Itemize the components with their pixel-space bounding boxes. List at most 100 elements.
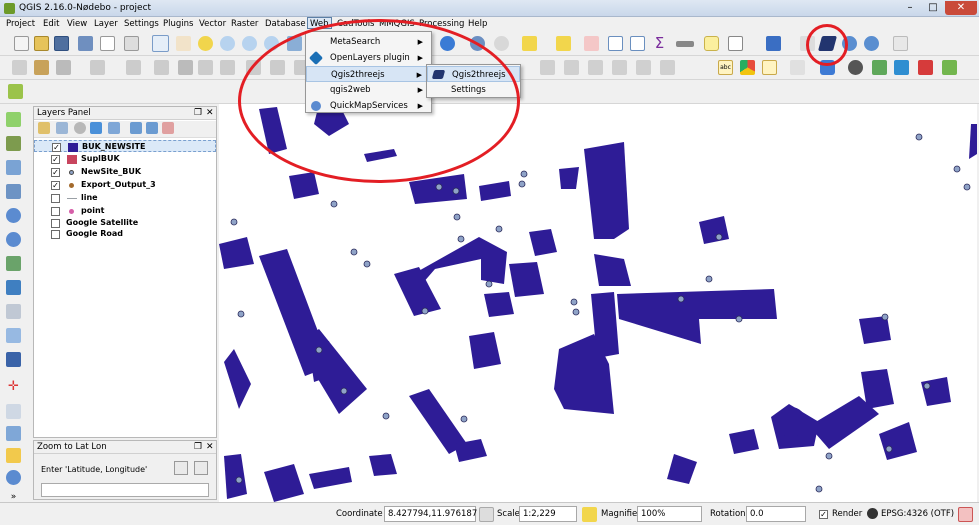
menu-project[interactable]: Project	[6, 18, 35, 30]
move-feature-icon[interactable]	[126, 60, 141, 75]
plugin-b-icon[interactable]	[872, 60, 887, 75]
print-composer-icon[interactable]	[100, 36, 115, 51]
latlon-input[interactable]	[41, 483, 209, 497]
close-button[interactable]: ✕	[945, 1, 977, 15]
add-wcs-layer-icon[interactable]	[6, 232, 21, 247]
minimize-button[interactable]: –	[899, 1, 921, 15]
menu-layer[interactable]: Layer	[94, 18, 118, 30]
float-panel-icon[interactable]: ❐	[194, 441, 202, 454]
messages-icon[interactable]	[958, 507, 973, 522]
plugin-d-icon[interactable]	[918, 60, 933, 75]
binoculars-icon[interactable]	[848, 60, 863, 75]
delete-selected-icon[interactable]	[178, 60, 193, 75]
layer-style-brush-icon[interactable]	[38, 122, 50, 134]
zoom-out-icon[interactable]	[242, 36, 257, 51]
deselect-icon[interactable]	[584, 36, 599, 51]
layer-row[interactable]: ✓ NewSite_BUK	[34, 166, 216, 178]
filter-legend-icon[interactable]	[108, 122, 120, 134]
new-project-icon[interactable]	[14, 36, 29, 51]
float-panel-icon[interactable]: ❐	[194, 107, 202, 120]
field-calculator-icon[interactable]	[630, 36, 645, 51]
rotate-point-icon[interactable]	[660, 60, 675, 75]
statistics-sigma-icon[interactable]: Σ	[652, 36, 667, 51]
layer-row[interactable]: point	[34, 205, 216, 217]
globe-info-icon[interactable]	[864, 36, 879, 51]
layer-row[interactable]: line	[34, 192, 216, 204]
add-spatialite-layer-icon[interactable]	[6, 184, 21, 199]
layer-visibility-checkbox[interactable]: ✓	[51, 168, 60, 177]
visibility-eye-icon[interactable]	[74, 122, 86, 134]
layer-visibility-checkbox[interactable]	[51, 230, 60, 239]
rotation-field[interactable]: 0.0	[746, 506, 806, 522]
toggle-extents-icon[interactable]	[479, 507, 494, 522]
layer-visibility-checkbox[interactable]	[51, 207, 60, 216]
save-project-icon[interactable]	[54, 36, 69, 51]
split-features-icon[interactable]	[612, 60, 627, 75]
add-wms-layer-icon[interactable]	[6, 208, 21, 223]
filter-icon[interactable]	[90, 122, 102, 134]
maximize-button[interactable]: □	[922, 1, 944, 15]
offset-curve-icon[interactable]	[588, 60, 603, 75]
layer-row[interactable]: ✓ Export_Output_3	[34, 179, 216, 191]
select-features-icon[interactable]	[522, 36, 537, 51]
node-tool-icon[interactable]	[154, 60, 169, 75]
add-postgis-layer-icon[interactable]	[6, 160, 21, 175]
save-as-icon[interactable]	[78, 36, 93, 51]
georef-tool-icon[interactable]	[6, 448, 21, 463]
layer-visibility-checkbox[interactable]: ✓	[51, 181, 60, 190]
zoom-go-button[interactable]	[174, 461, 188, 475]
web-globe-icon[interactable]	[6, 470, 21, 485]
menu-help[interactable]: Help	[468, 18, 487, 30]
add-feature-icon[interactable]	[90, 60, 105, 75]
layer-visibility-checkbox[interactable]: ✓	[51, 155, 60, 164]
expand-all-icon[interactable]	[130, 122, 142, 134]
lock-scale-icon[interactable]	[582, 507, 597, 522]
cut-icon[interactable]	[198, 60, 213, 75]
menu-raster[interactable]: Raster	[231, 18, 258, 30]
diagram-icon[interactable]	[740, 60, 755, 75]
coordinate-field[interactable]: 8.427794,11.976187	[384, 506, 477, 522]
map-tips-icon[interactable]	[704, 36, 719, 51]
collapse-all-icon[interactable]	[146, 122, 158, 134]
layer-row[interactable]: Google Road	[34, 228, 216, 240]
measure-icon[interactable]	[676, 41, 694, 47]
help-icon[interactable]	[766, 36, 781, 51]
zoom-clear-button[interactable]	[194, 461, 208, 475]
add-point-icon[interactable]	[6, 404, 21, 419]
menu-vector[interactable]: Vector	[199, 18, 226, 30]
menu-settings[interactable]: Settings	[124, 18, 159, 30]
add-virtual-layer-icon[interactable]	[6, 352, 21, 367]
attribute-table-icon[interactable]	[608, 36, 623, 51]
save-edits-icon[interactable]	[56, 60, 71, 75]
close-panel-icon[interactable]: ✕	[206, 107, 214, 120]
layer-visibility-checkbox[interactable]: ✓	[52, 143, 61, 152]
plugin-c-icon[interactable]	[894, 60, 909, 75]
layer-visibility-checkbox[interactable]	[51, 219, 60, 228]
layer-row[interactable]: ✓ SuplBUK	[34, 153, 216, 165]
copy-icon[interactable]	[220, 60, 235, 75]
layer-row[interactable]: ✓ BUK_NEWSITE	[34, 140, 216, 152]
gps-icon[interactable]	[6, 426, 21, 441]
menu-edit[interactable]: Edit	[43, 18, 59, 30]
crosshair-icon[interactable]: ✛	[6, 380, 21, 395]
crs-globe-icon[interactable]	[867, 508, 878, 519]
menu-database[interactable]: Database	[265, 18, 306, 30]
magnifier-field[interactable]: 100%	[637, 506, 702, 522]
crs-label[interactable]: EPSG:4326 (OTF)	[881, 509, 954, 519]
layer-visibility-checkbox[interactable]	[51, 194, 60, 203]
plugin-e-icon[interactable]	[942, 60, 957, 75]
add-vector-layer-icon[interactable]	[6, 112, 21, 127]
scale-field[interactable]: 1:2,229	[519, 506, 577, 522]
remove-layer-icon[interactable]	[162, 122, 174, 134]
zoom-in-icon[interactable]	[220, 36, 235, 51]
menu-view[interactable]: View	[67, 18, 87, 30]
new-spatialite-icon[interactable]	[6, 328, 21, 343]
toggle-editing-icon[interactable]	[34, 60, 49, 75]
composer-manager-icon[interactable]	[124, 36, 139, 51]
label-abc-icon[interactable]: abc	[718, 60, 733, 75]
pan-to-selection-icon[interactable]	[198, 36, 213, 51]
new-shapefile-icon[interactable]	[6, 304, 21, 319]
add-wfs-layer-icon[interactable]	[6, 256, 21, 271]
select-by-value-icon[interactable]	[556, 36, 571, 51]
menu-plugins[interactable]: Plugins	[163, 18, 193, 30]
